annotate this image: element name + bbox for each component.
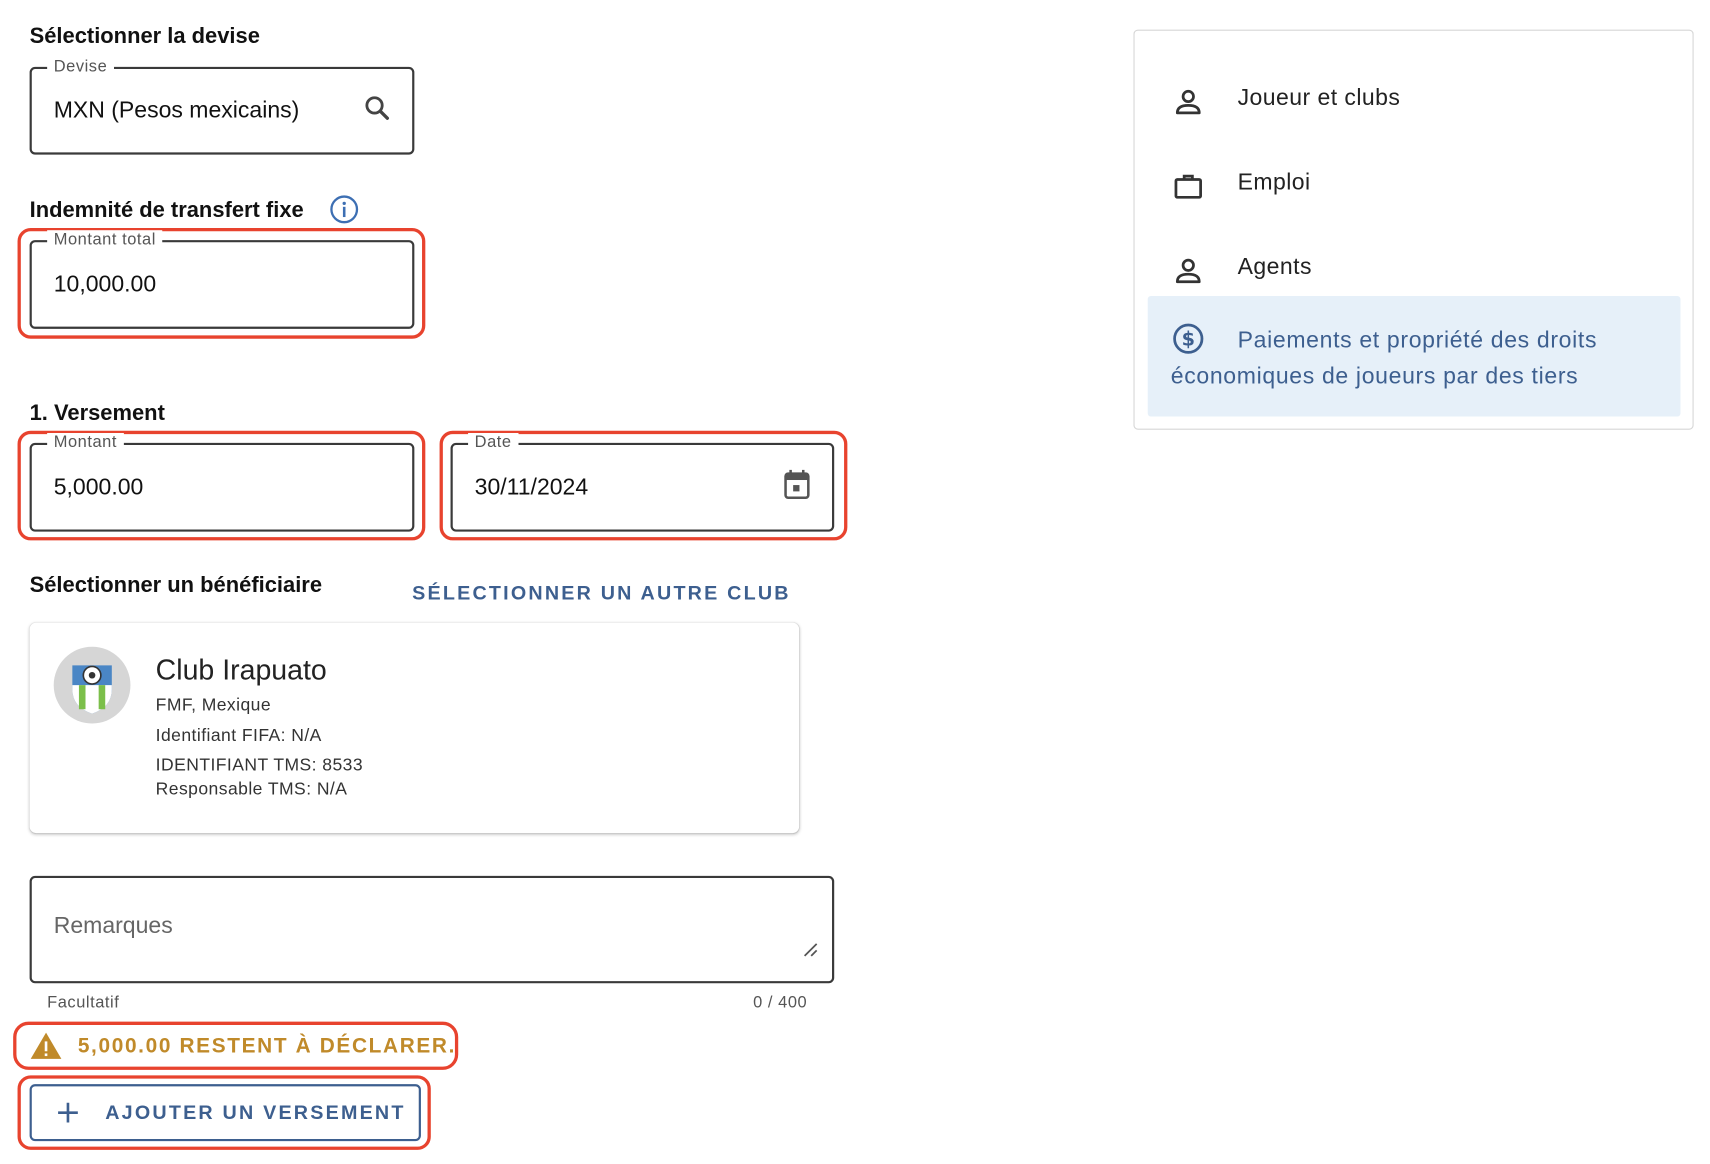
total-amount-field[interactable]: Montant total 10,000.00: [29, 230, 415, 329]
club-card[interactable]: Club Irapuato FMF, Mexique Identifiant F…: [29, 622, 800, 834]
calendar-icon[interactable]: [782, 468, 813, 506]
currency-value: MXN (Pesos mexicains): [53, 97, 300, 123]
warning-text: 5,000.00 RESTENT À DÉCLARER.: [77, 1034, 457, 1058]
currency-field[interactable]: Devise MXN (Pesos mexicains): [29, 57, 415, 155]
select-other-club-button[interactable]: SÉLECTIONNER UN AUTRE CLUB: [412, 582, 791, 605]
page: Sélectionner la devise Devise MXN (Pesos…: [0, 0, 1710, 1164]
club-tms-manager: Responsable TMS: N/A: [155, 780, 348, 800]
installment-date-value: 30/11/2024: [474, 474, 589, 500]
info-icon[interactable]: [329, 194, 360, 230]
club-association: FMF, Mexique: [155, 696, 272, 715]
remarks-placeholder: Remarques: [53, 913, 173, 939]
person-icon: [1172, 86, 1205, 124]
nav-item-agents[interactable]: Agents: [1135, 235, 1693, 301]
section-nav: Joueur et clubs Emploi Agents $ Paiement…: [1133, 29, 1694, 430]
nav-item-employment[interactable]: Emploi: [1135, 150, 1693, 216]
nav-item-payments[interactable]: $ Paiements et propriété des droits écon…: [1147, 295, 1681, 417]
club-logo: [53, 646, 132, 730]
remarks-counter: 0 / 400: [753, 993, 808, 1012]
fixed-fee-title: Indemnité de transfert fixe: [29, 198, 304, 223]
nav-item-label: Joueur et clubs: [1237, 85, 1401, 111]
search-icon[interactable]: [362, 93, 393, 129]
plus-icon: [56, 1101, 80, 1131]
nav-item-label: Paiements et propriété des droits économ…: [1170, 327, 1598, 390]
installment-amount-field[interactable]: Montant 5,000.00: [29, 432, 415, 532]
currency-legend: Devise: [47, 57, 114, 76]
person-icon: [1172, 254, 1205, 292]
installment-amount-legend: Montant: [47, 432, 124, 452]
add-installment-label: AJOUTER UN VERSEMENT: [105, 1101, 406, 1124]
installment-date-field[interactable]: Date 30/11/2024: [450, 432, 835, 532]
resize-handle-icon[interactable]: [801, 941, 819, 964]
nav-item-player-clubs[interactable]: Joueur et clubs: [1135, 66, 1693, 132]
club-name: Club Irapuato: [155, 653, 327, 687]
beneficiary-title: Sélectionner un bénéficiaire: [29, 573, 323, 598]
warning-icon: [29, 1030, 64, 1066]
nav-item-label: Agents: [1237, 254, 1312, 280]
remarks-helper: Facultatif: [47, 993, 120, 1012]
currency-section-title: Sélectionner la devise: [29, 24, 260, 49]
total-amount-legend: Montant total: [47, 230, 163, 249]
remarks-textarea[interactable]: Remarques: [29, 875, 835, 984]
club-tms-id: IDENTIFIANT TMS: 8533: [155, 756, 364, 776]
add-installment-button[interactable]: AJOUTER UN VERSEMENT: [29, 1084, 421, 1142]
club-fifa-id: Identifiant FIFA: N/A: [155, 726, 322, 746]
installment-title: 1. Versement: [29, 401, 165, 426]
installment-amount-value: 5,000.00: [53, 474, 144, 500]
total-amount-value: 10,000.00: [53, 271, 157, 297]
briefcase-icon: [1172, 170, 1205, 208]
installment-date-legend: Date: [468, 432, 519, 452]
nav-item-label: Emploi: [1237, 169, 1311, 196]
